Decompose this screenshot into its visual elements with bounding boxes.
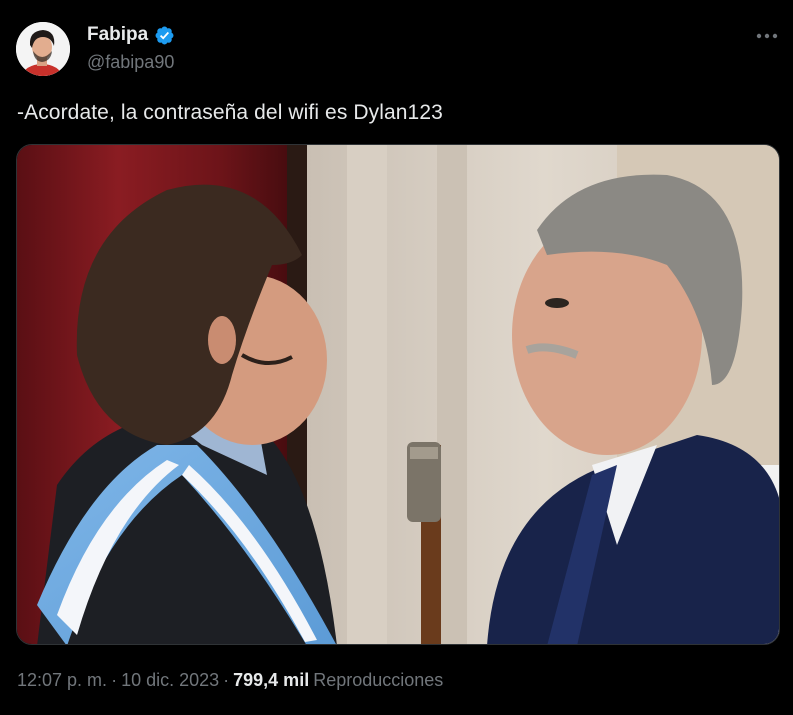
tweet-time[interactable]: 12:07 p. m. bbox=[17, 670, 107, 690]
avatar[interactable] bbox=[16, 22, 70, 76]
more-horizontal-icon bbox=[756, 33, 778, 39]
views-count: 799,4 mil bbox=[233, 670, 310, 690]
verified-badge-icon bbox=[155, 26, 174, 44]
display-name[interactable]: Fabipa bbox=[87, 24, 148, 46]
views-label: Reproducciones bbox=[313, 670, 444, 690]
meta-separator-2: · bbox=[223, 670, 230, 690]
more-options-button[interactable] bbox=[752, 24, 782, 48]
photo-illustration bbox=[17, 145, 779, 644]
user-handle[interactable]: @fabipa90 bbox=[87, 52, 174, 73]
tweet-text: -Acordate, la contraseña del wifi es Dyl… bbox=[17, 101, 443, 124]
tweet-date[interactable]: 10 dic. 2023 bbox=[121, 670, 219, 690]
tweet-meta: 12:07 p. m. · 10 dic. 2023 · 799,4 mil Reprod… bbox=[17, 670, 443, 691]
tweet-container: Fabipa @fabipa90 -Acordate, la contraseñ… bbox=[0, 0, 793, 715]
author-name-row[interactable]: Fabipa bbox=[87, 24, 175, 46]
avatar-image bbox=[16, 22, 70, 76]
meta-separator: · bbox=[111, 670, 118, 690]
tweet-media-photo[interactable] bbox=[16, 144, 780, 645]
